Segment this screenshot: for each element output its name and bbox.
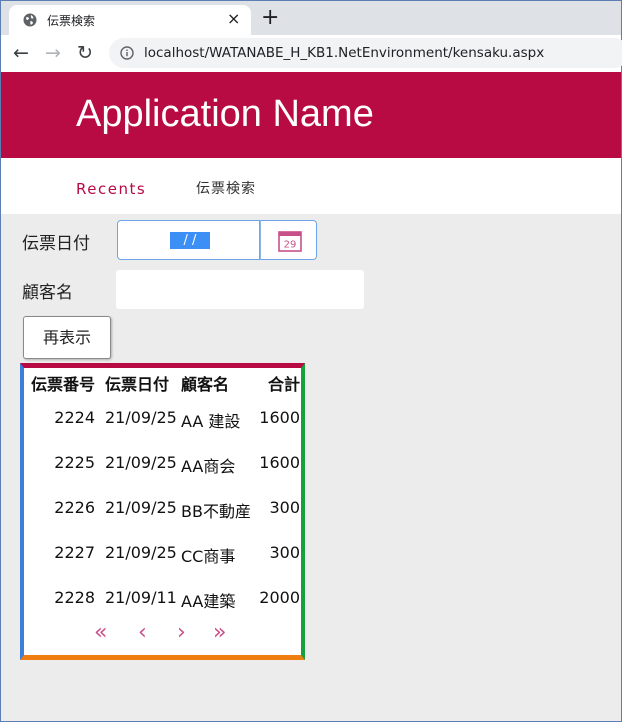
cell-slip-date: 21/09/25 bbox=[105, 408, 177, 427]
cell-customer: AA商会 bbox=[181, 457, 236, 476]
address-bar[interactable]: localhost/WATANABE_H_KB1.NetEnvironment/… bbox=[109, 38, 622, 68]
browser-tab-strip: 伝票検索 × + bbox=[1, 1, 621, 35]
date-label: 伝票日付 bbox=[22, 234, 90, 254]
date-value: / / bbox=[170, 232, 210, 249]
calendar-button[interactable]: 29 bbox=[260, 220, 317, 260]
cell-slip-date: 21/09/25 bbox=[105, 543, 177, 562]
header-customer: 顧客名 bbox=[181, 375, 230, 394]
forward-button[interactable]: → bbox=[45, 43, 61, 63]
reload-button[interactable]: ↻ bbox=[77, 43, 93, 63]
calendar-icon: 29 bbox=[278, 231, 302, 252]
cell-slip-date: 21/09/25 bbox=[105, 453, 177, 472]
slip-grid: 伝票番号 伝票日付 顧客名 合計 2224 21/09/25 AA 建設 160… bbox=[20, 363, 305, 660]
pager-last-button[interactable]: » bbox=[213, 622, 226, 644]
app-navbar: Recents 伝票検索 bbox=[1, 158, 621, 214]
cell-total: 300 bbox=[269, 498, 300, 517]
header-total: 合計 bbox=[267, 375, 300, 394]
globe-icon bbox=[23, 13, 37, 27]
customer-input[interactable] bbox=[116, 270, 364, 309]
pager-first-button[interactable]: « bbox=[94, 622, 107, 644]
cell-slip-no: 2224 bbox=[54, 408, 95, 427]
refresh-button[interactable]: 再表示 bbox=[23, 316, 111, 359]
cell-slip-no: 2228 bbox=[54, 588, 95, 607]
header-slip-no: 伝票番号 bbox=[30, 375, 95, 394]
tab-close-button[interactable]: × bbox=[227, 10, 240, 28]
nav-link-recents[interactable]: Recents bbox=[76, 180, 146, 198]
cell-customer: CC商事 bbox=[181, 547, 236, 566]
cell-slip-no: 2227 bbox=[54, 543, 95, 562]
cell-slip-date: 21/09/25 bbox=[105, 498, 177, 517]
cell-total: 300 bbox=[269, 543, 300, 562]
pager-next-button[interactable]: › bbox=[177, 622, 186, 644]
tab-title: 伝票検索 bbox=[47, 14, 96, 28]
cell-total: 1600 bbox=[259, 453, 300, 472]
app-header: Application Name bbox=[1, 72, 621, 158]
calendar-day: 29 bbox=[284, 240, 297, 251]
customer-label: 顧客名 bbox=[22, 283, 73, 303]
back-button[interactable]: ← bbox=[13, 43, 29, 63]
cell-customer: AA 建設 bbox=[181, 412, 241, 431]
url-text: localhost/WATANABE_H_KB1.NetEnvironment/… bbox=[144, 45, 545, 61]
header-slip-date: 伝票日付 bbox=[105, 375, 170, 394]
browser-toolbar: ← → ↻ localhost/WATANABE_H_KB1.NetEnviro… bbox=[1, 35, 622, 72]
info-icon[interactable] bbox=[120, 46, 134, 60]
new-tab-button[interactable]: + bbox=[261, 7, 279, 29]
cell-total: 2000 bbox=[259, 588, 300, 607]
pager-prev-button[interactable]: ‹ bbox=[138, 622, 147, 644]
cell-customer: BB不動産 bbox=[181, 502, 251, 521]
cell-total: 1600 bbox=[259, 408, 300, 427]
cell-slip-date: 21/09/11 bbox=[105, 588, 177, 607]
nav-link-search[interactable]: 伝票検索 bbox=[196, 178, 256, 198]
app-name: Application Name bbox=[76, 93, 374, 135]
browser-tab[interactable]: 伝票検索 × bbox=[9, 5, 251, 35]
cell-slip-no: 2225 bbox=[54, 453, 95, 472]
cell-customer: AA建築 bbox=[181, 592, 236, 611]
cell-slip-no: 2226 bbox=[54, 498, 95, 517]
date-input[interactable]: / / bbox=[117, 220, 260, 260]
